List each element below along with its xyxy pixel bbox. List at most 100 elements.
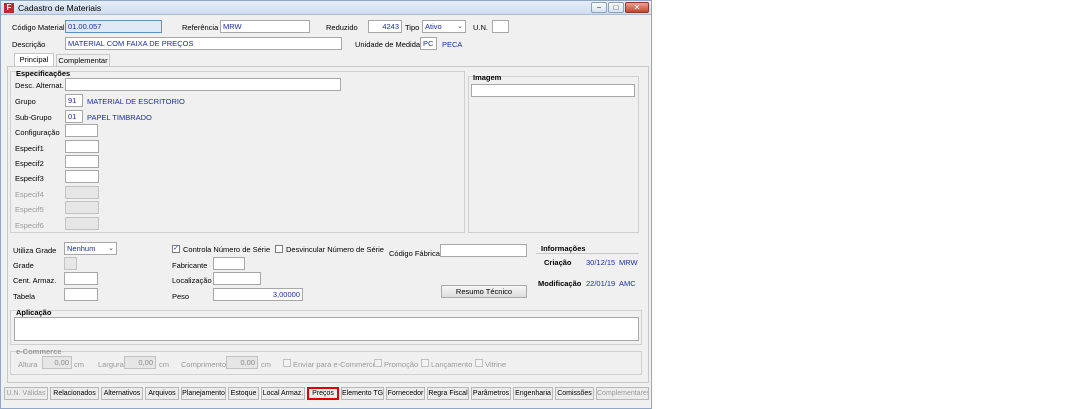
desvincular-numero-serie-label: Desvincular Número de Série: [286, 245, 384, 254]
configuracao-label: Configuração: [15, 128, 60, 137]
especif5-label: Especif5: [15, 205, 44, 214]
localizacao-field[interactable]: [213, 272, 261, 285]
imagem-group: [468, 76, 639, 233]
utiliza-grade-value: Nenhum: [67, 244, 96, 253]
vitrine-checkbox: [475, 359, 483, 367]
codigo-material-field[interactable]: 01.00.057: [65, 20, 162, 33]
maximize-button[interactable]: □: [608, 2, 624, 13]
especif1-field[interactable]: [65, 140, 99, 153]
bottom-tab-local-armaz[interactable]: Local Armaz.: [261, 387, 305, 400]
cent-armaz-field[interactable]: [64, 272, 98, 285]
codigo-fabrica-label: Código Fábrica: [389, 249, 440, 258]
enviar-ecommerce-label: Enviar para e-Commerce: [293, 360, 377, 369]
comprimento-field: 0,00: [226, 356, 258, 369]
especif6-label: Especif6: [15, 221, 44, 230]
desc-alternat-field[interactable]: [65, 78, 341, 91]
especif6-field: [65, 217, 99, 230]
un-label: U.N.: [473, 23, 488, 32]
configuracao-field[interactable]: [65, 124, 98, 137]
bottom-tab-bar: U.N. Válidas Relacionados Alternativos A…: [4, 387, 650, 401]
lancamento-label: Lançamento: [431, 360, 473, 369]
imagem-path-field[interactable]: [471, 84, 635, 97]
tipo-select-value: Ativo: [425, 22, 442, 31]
window-title: Cadastro de Materiais: [18, 3, 102, 13]
imagem-title: Imagem: [473, 73, 502, 82]
aplicacao-textarea[interactable]: [14, 317, 639, 341]
utiliza-grade-label: Utiliza Grade: [13, 246, 57, 255]
altura-field: 0,00: [42, 356, 72, 369]
tabela-field[interactable]: [64, 288, 98, 301]
peso-field[interactable]: 3,00000: [213, 288, 303, 301]
bottom-tab-engenharia[interactable]: Engenharia: [513, 387, 553, 400]
chevron-down-icon: ⌄: [457, 23, 463, 30]
ecommerce-title: e-Commerce: [16, 347, 62, 356]
tabela-label: Tabela: [13, 292, 36, 301]
peso-label: Peso: [172, 292, 190, 301]
largura-field: 0,00: [124, 356, 156, 369]
localizacao-label: Localização: [172, 276, 212, 285]
criacao-label: Criação: [544, 258, 572, 267]
unidade-medida-desc: PECA: [442, 40, 463, 49]
bottom-tab-arquivos[interactable]: Arquivos: [145, 387, 179, 400]
controla-numero-serie-label: Controla Número de Série: [183, 245, 271, 254]
especif5-field: [65, 201, 99, 214]
utiliza-grade-select[interactable]: Nenhum ⌄: [64, 242, 117, 255]
modificacao-user: AMC: [619, 279, 636, 288]
fabricante-field[interactable]: [213, 257, 245, 270]
bottom-tab-relacionados[interactable]: Relacionados: [50, 387, 99, 400]
especif4-label: Especif4: [15, 190, 44, 199]
bottom-tab-fornecedor[interactable]: Fornecedor: [386, 387, 425, 400]
un-field[interactable]: [492, 20, 509, 33]
reduzido-field[interactable]: 4243: [368, 20, 402, 33]
referencia-field[interactable]: MRW: [220, 20, 310, 33]
subgrupo-code-field[interactable]: 01: [65, 110, 83, 123]
bottom-tab-elemento-tg[interactable]: Elemento TG: [341, 387, 384, 400]
vitrine-label: Vitrine: [485, 360, 507, 369]
minimize-button[interactable]: −: [591, 2, 607, 13]
especif3-label: Especif3: [15, 174, 44, 183]
bottom-tab-estoque[interactable]: Estoque: [228, 387, 259, 400]
bottom-tab-planejamento[interactable]: Planejamento: [181, 387, 226, 400]
aplicacao-title: Aplicação: [16, 308, 52, 317]
grade-label: Grade: [13, 261, 34, 270]
bottom-tab-comissoes[interactable]: Comissões: [555, 387, 594, 400]
reduzido-label: Reduzido: [326, 23, 358, 32]
grupo-code-field[interactable]: 91: [65, 94, 83, 107]
especif2-field[interactable]: [65, 155, 99, 168]
altura-unit: cm: [74, 360, 84, 369]
especif4-field: [65, 186, 99, 199]
bottom-tab-complementares: Complementares: [596, 387, 649, 400]
unidade-medida-code-field[interactable]: PC: [420, 37, 437, 50]
modificacao-date: 22/01/19: [586, 279, 616, 288]
especif1-label: Especif1: [15, 144, 44, 153]
controla-numero-serie-checkbox[interactable]: ✓: [172, 245, 180, 253]
informacoes-divider: [536, 253, 639, 254]
descricao-field[interactable]: MATERIAL COM FAIXA DE PREÇOS: [65, 37, 342, 50]
resumo-tecnico-button[interactable]: Resumo Técnico: [441, 285, 527, 298]
codigo-fabrica-field[interactable]: [440, 244, 527, 257]
especif3-field[interactable]: [65, 170, 99, 183]
fabricante-label: Fabricante: [172, 261, 208, 270]
promocao-label: Promoção: [384, 360, 419, 369]
grupo-desc: MATERIAL DE ESCRITORIO: [87, 97, 185, 106]
comprimento-unit: cm: [261, 360, 271, 369]
cent-armaz-label: Cent. Armaz.: [13, 276, 57, 285]
close-button[interactable]: ✕: [625, 2, 649, 13]
informacoes-title: Informações: [541, 244, 586, 253]
bottom-tab-precos[interactable]: Preços: [307, 387, 339, 400]
criacao-date: 30/12/15: [586, 258, 616, 267]
tab-complementar[interactable]: Complementar: [56, 54, 110, 66]
descricao-label: Descrição: [12, 40, 46, 49]
codigo-material-label: Código Material: [12, 23, 65, 32]
bottom-tab-regra-fiscal[interactable]: Regra Fiscal: [427, 387, 469, 400]
bottom-tab-alternativos[interactable]: Alternativos: [101, 387, 143, 400]
bottom-tab-parametros[interactable]: Parâmetros: [471, 387, 511, 400]
largura-label: Largura: [98, 360, 124, 369]
tipo-select[interactable]: Ativo ⌄: [422, 20, 466, 33]
comprimento-label: Comprimento: [181, 360, 227, 369]
desvincular-numero-serie-checkbox[interactable]: [275, 245, 283, 253]
tab-principal[interactable]: Principal: [14, 53, 54, 67]
referencia-label: Referência: [182, 23, 219, 32]
materials-window: F Cadastro de Materiais − □ ✕ Código Mat…: [0, 0, 652, 409]
app-logo-icon: F: [4, 3, 14, 13]
